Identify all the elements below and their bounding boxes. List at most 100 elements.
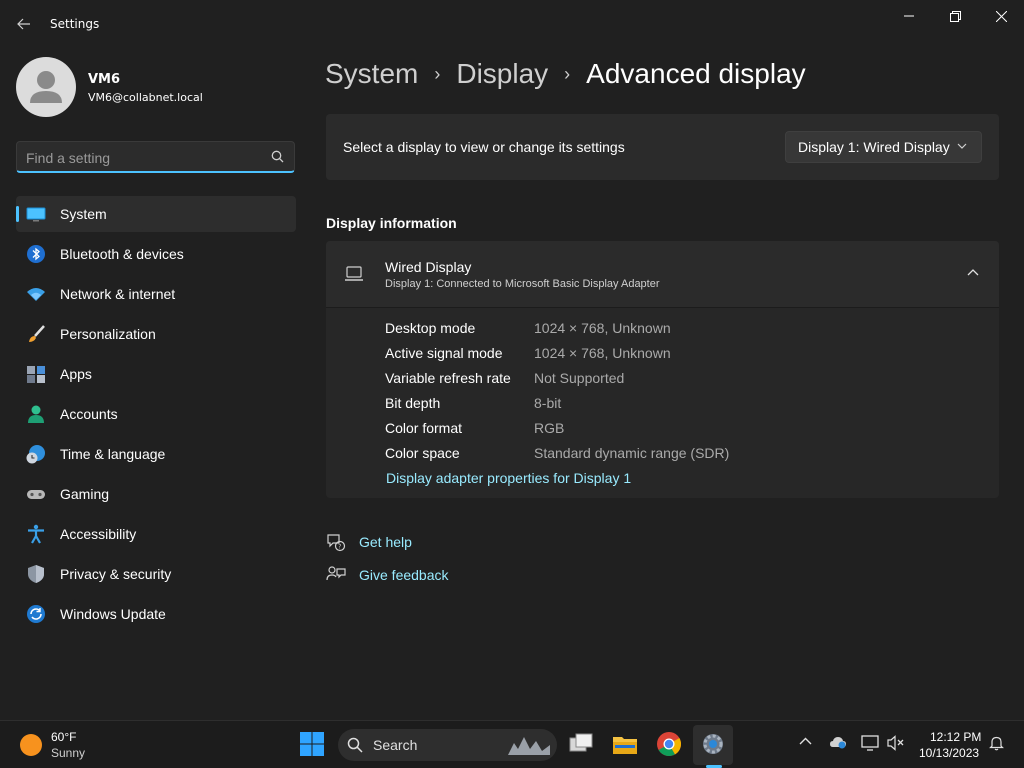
display-info-header[interactable]: Wired Display Display 1: Connected to Mi… — [326, 241, 999, 308]
minimize-button[interactable] — [886, 0, 932, 32]
clock-globe-icon — [26, 445, 45, 464]
bluetooth-icon — [27, 245, 45, 263]
sidebar-item-label: Personalization — [60, 326, 156, 342]
wifi-icon — [27, 288, 45, 301]
sidebar-item-label: Gaming — [60, 486, 110, 502]
chrome-icon[interactable] — [656, 731, 682, 757]
volume-muted-icon[interactable] — [887, 735, 905, 751]
monitor-icon — [26, 207, 46, 222]
info-key: Color space — [385, 445, 460, 461]
display-select-label: Select a display to view or change its s… — [343, 139, 625, 155]
display-info-rows: Desktop mode 1024 × 768, Unknown Active s… — [385, 320, 729, 470]
accessibility-icon — [28, 524, 44, 544]
display-dropdown[interactable]: Display 1: Wired Display — [785, 131, 982, 163]
give-feedback-row[interactable]: Give feedback — [326, 565, 449, 585]
avatar[interactable] — [16, 57, 76, 117]
info-value: RGB — [534, 420, 565, 436]
sidebar-item-label: Time & language — [60, 446, 166, 462]
breadcrumb-separator: › — [564, 63, 571, 84]
network-monitor-icon[interactable] — [861, 735, 879, 751]
sidebar-item-label: Bluetooth & devices — [60, 246, 184, 262]
sidebar-item-time-language[interactable]: Time & language — [16, 436, 296, 472]
settings-gear-icon[interactable] — [700, 731, 726, 757]
breadcrumb-system-link[interactable]: System — [325, 58, 418, 90]
close-icon — [995, 10, 1007, 22]
display-info-card: Wired Display Display 1: Connected to Mi… — [326, 241, 999, 498]
sidebar-item-network[interactable]: Network & internet — [16, 276, 296, 312]
info-key: Desktop mode — [385, 320, 476, 336]
taskbar-search[interactable]: Search — [338, 729, 557, 761]
chevron-up-icon[interactable] — [967, 269, 979, 276]
window-title: Settings — [50, 17, 100, 31]
clock-time[interactable]: 12:12 PM — [930, 730, 981, 744]
chevron-down-icon — [957, 143, 967, 149]
info-key: Active signal mode — [385, 345, 503, 361]
search-icon — [347, 737, 363, 753]
search-highlight-icon — [508, 737, 550, 755]
onedrive-cloud-icon[interactable] — [829, 735, 847, 749]
breadcrumb-separator: › — [434, 63, 441, 84]
update-icon — [27, 605, 45, 623]
sidebar-item-accessibility[interactable]: Accessibility — [16, 516, 296, 552]
sidebar-item-label: Windows Update — [60, 606, 166, 622]
help-chat-icon: ? — [327, 534, 346, 552]
taskbar: 60°F Sunny Search 12:12 PM 10/13/2023 — [0, 720, 1024, 768]
laptop-icon — [345, 266, 363, 281]
info-row: Color format RGB — [385, 420, 729, 445]
info-row: Bit depth 8-bit — [385, 395, 729, 420]
sidebar-item-label: Accounts — [60, 406, 118, 422]
brush-icon — [29, 325, 45, 342]
user-email: VM6@collabnet.local — [88, 91, 203, 104]
info-row: Color space Standard dynamic range (SDR) — [385, 445, 729, 470]
info-row: Variable refresh rate Not Supported — [385, 370, 729, 395]
taskbar-search-label: Search — [373, 737, 418, 753]
weather-temperature[interactable]: 60°F — [51, 730, 76, 744]
info-row: Desktop mode 1024 × 768, Unknown — [385, 320, 729, 345]
back-button[interactable] — [12, 12, 36, 36]
settings-search-box[interactable] — [16, 141, 295, 173]
person-avatar-icon — [30, 71, 62, 103]
sidebar-item-label: Network & internet — [60, 286, 176, 302]
sun-weather-icon[interactable] — [20, 734, 42, 756]
display-subtitle: Display 1: Connected to Microsoft Basic … — [385, 278, 660, 290]
windows-start-icon[interactable] — [299, 731, 325, 757]
display-adapter-properties-link[interactable]: Display adapter properties for Display 1 — [386, 470, 631, 486]
sidebar-item-privacy-security[interactable]: Privacy & security — [16, 556, 296, 592]
info-key: Variable refresh rate — [385, 370, 511, 386]
gamepad-icon — [27, 490, 45, 499]
file-explorer-icon[interactable] — [612, 731, 638, 757]
feedback-icon — [326, 566, 346, 581]
sidebar-item-accounts[interactable]: Accounts — [16, 396, 296, 432]
minimize-icon — [904, 15, 914, 17]
shield-icon — [28, 565, 44, 583]
person-icon — [28, 405, 44, 423]
info-key: Color format — [385, 420, 463, 436]
close-button[interactable] — [978, 0, 1024, 32]
user-name: VM6 — [88, 72, 121, 87]
give-feedback-link[interactable]: Give feedback — [359, 567, 449, 583]
sidebar-item-gaming[interactable]: Gaming — [16, 476, 296, 512]
restore-icon — [949, 10, 961, 22]
sidebar-item-system[interactable]: System — [16, 196, 296, 232]
page-title: Advanced display — [586, 58, 806, 89]
info-value: Not Supported — [534, 370, 625, 386]
sidebar-item-bluetooth[interactable]: Bluetooth & devices — [16, 236, 296, 272]
info-value: 8-bit — [534, 395, 562, 411]
clock-date[interactable]: 10/13/2023 — [919, 746, 979, 760]
display-select-card: Select a display to view or change its s… — [326, 114, 999, 180]
sidebar-item-apps[interactable]: Apps — [16, 356, 296, 392]
get-help-row[interactable]: ? Get help — [326, 532, 412, 552]
task-view-icon[interactable] — [568, 731, 594, 757]
restore-button[interactable] — [932, 0, 978, 32]
sidebar-item-label: Privacy & security — [60, 566, 172, 582]
breadcrumb-display-link[interactable]: Display — [456, 58, 548, 90]
breadcrumb: System › Display › Advanced display — [325, 58, 806, 90]
get-help-link[interactable]: Get help — [359, 534, 412, 550]
search-input[interactable] — [26, 148, 256, 168]
sidebar-item-personalization[interactable]: Personalization — [16, 316, 296, 352]
info-value: Standard dynamic range (SDR) — [534, 445, 730, 461]
notification-bell-icon[interactable] — [989, 735, 1004, 751]
sidebar-item-windows-update[interactable]: Windows Update — [16, 596, 296, 632]
weather-condition[interactable]: Sunny — [51, 746, 85, 760]
chevron-up-icon[interactable] — [799, 735, 812, 748]
